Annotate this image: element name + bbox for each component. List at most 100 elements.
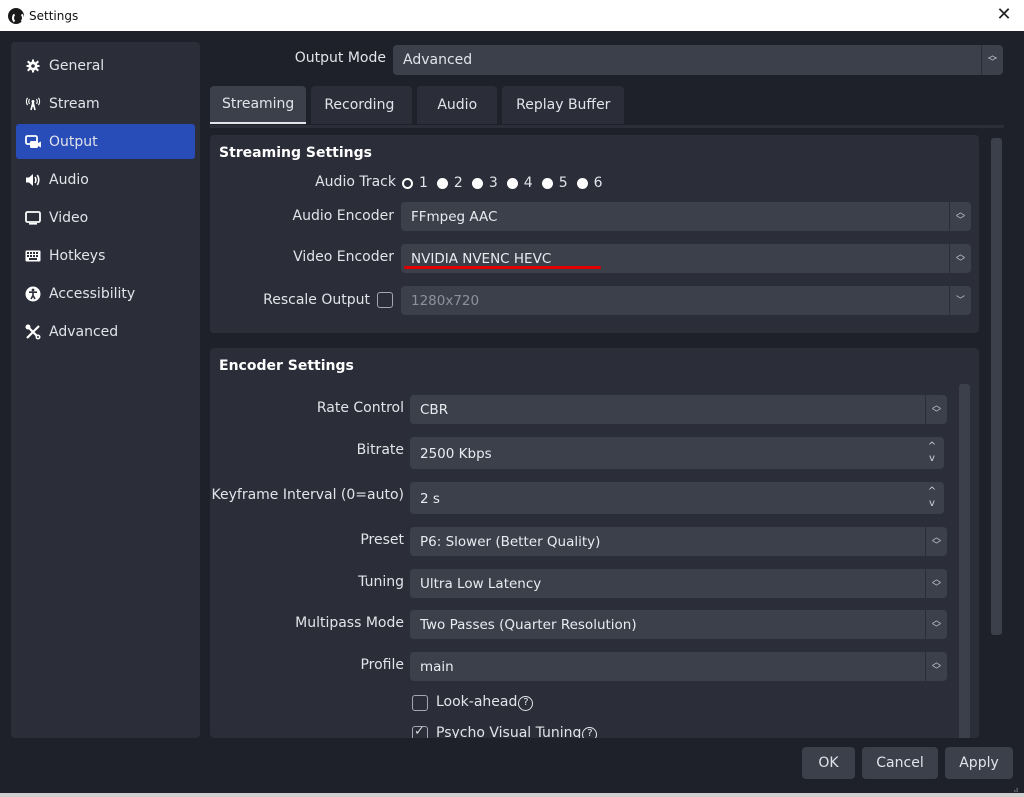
radio-label: 2	[453, 175, 463, 191]
audio-track-radio-2[interactable]: 2	[436, 175, 463, 191]
preset-value: P6: Slower (Better Quality)	[420, 534, 601, 550]
tools-icon	[24, 324, 42, 340]
radio-label: 1	[419, 175, 428, 191]
radio-label: 5	[558, 175, 568, 191]
audio-track-radio-4[interactable]: 4	[506, 175, 533, 191]
bitrate-value: 2500 Kbps	[420, 446, 492, 462]
gear-icon	[24, 58, 42, 74]
sidebar-item-label: General	[49, 57, 105, 74]
sidebar-item-label: Hotkeys	[49, 247, 106, 264]
keyframe-interval-spinbox[interactable]: 2 s ^ v	[410, 482, 944, 514]
chevron-down-icon: ﹀	[949, 286, 971, 315]
tuning-select[interactable]: Ultra Low Latency ︿ ﹀	[410, 569, 947, 598]
sidebar-item-advanced[interactable]: Advanced	[16, 314, 195, 349]
tab-recording[interactable]: Recording	[311, 86, 413, 124]
multipass-mode-select[interactable]: Two Passes (Quarter Resolution) ︿ ﹀	[410, 610, 947, 639]
chevron-up-down-icon: ︿ ﹀	[949, 202, 971, 231]
audio-encoder-label: Audio Encoder	[292, 208, 394, 224]
rate-control-select[interactable]: CBR ︿ ﹀	[410, 395, 947, 424]
preset-label: Preset	[360, 532, 404, 548]
output-mode-label: Output Mode	[294, 50, 386, 66]
keyframe-interval-value: 2 s	[420, 491, 440, 507]
monitor-icon	[24, 210, 42, 226]
audio-track-radio-5[interactable]: 5	[541, 175, 568, 191]
video-encoder-value: NVIDIA NVENC HEVC	[411, 251, 552, 267]
multipass-mode-label: Multipass Mode	[295, 615, 404, 631]
multipass-mode-value: Two Passes (Quarter Resolution)	[420, 617, 637, 633]
apply-button[interactable]: Apply	[945, 747, 1013, 779]
audio-track-label: Audio Track	[315, 174, 396, 190]
radio-indicator	[506, 177, 518, 189]
bitrate-spinbox[interactable]: 2500 Kbps ^ v	[410, 437, 944, 469]
output-mode-select[interactable]: Advanced ︿ ﹀	[393, 45, 1003, 75]
profile-label: Profile	[360, 657, 404, 673]
rescale-output-checkbox[interactable]	[377, 292, 393, 308]
background-window-strip	[0, 793, 1024, 797]
accessibility-icon	[24, 286, 42, 302]
rescale-output-select: 1280x720 ﹀	[401, 286, 971, 315]
encoder-scrollbar[interactable]	[959, 384, 970, 738]
rescale-output-label: Rescale Output	[263, 292, 370, 308]
psycho-visual-tuning-checkbox[interactable]	[412, 724, 428, 738]
radio-indicator	[436, 177, 448, 189]
radio-indicator	[541, 177, 553, 189]
tab-audio[interactable]: Audio	[417, 86, 498, 124]
psycho-visual-tuning-label: Psycho Visual Tuning?	[436, 725, 598, 738]
title-bar: Settings ✕	[0, 0, 1024, 31]
chevron-up-down-icon: ︿ ﹀	[925, 569, 947, 598]
radio-label: 6	[593, 175, 603, 191]
chevron-up-down-icon: ︿ ﹀	[981, 45, 1003, 75]
speaker-icon	[24, 172, 42, 188]
psycho-visual-tuning-text: Psycho Visual Tuning	[436, 725, 582, 738]
tab-divider	[210, 125, 1004, 128]
spin-arrows-icon[interactable]: ^ v	[924, 437, 940, 469]
output-tabs: Streaming Recording Audio Replay Buffer	[210, 86, 629, 124]
sidebar-item-output[interactable]: Output	[16, 124, 195, 159]
tab-streaming[interactable]: Streaming	[210, 86, 307, 124]
sidebar-item-video[interactable]: Video	[16, 200, 195, 235]
bitrate-label: Bitrate	[356, 442, 404, 458]
radio-indicator	[402, 177, 413, 189]
output-mode-value: Advanced	[403, 52, 473, 68]
audio-track-radio-6[interactable]: 6	[576, 175, 603, 191]
chevron-up-down-icon: ︿ ﹀	[949, 244, 971, 273]
audio-track-radio-3[interactable]: 3	[471, 175, 498, 191]
clipped-row-container: Psycho Visual Tuning?	[210, 696, 780, 738]
radio-indicator	[576, 177, 588, 189]
tuning-label: Tuning	[358, 574, 404, 590]
tuning-value: Ultra Low Latency	[420, 576, 542, 592]
profile-select[interactable]: main ︿ ﹀	[410, 652, 947, 681]
sidebar-item-general[interactable]: General	[16, 48, 195, 83]
sidebar-item-label: Video	[49, 209, 89, 226]
output-icon	[24, 134, 42, 150]
main-scrollbar[interactable]	[991, 138, 1002, 635]
sidebar-item-hotkeys[interactable]: Hotkeys	[16, 238, 195, 273]
chevron-up-down-icon: ︿ ﹀	[925, 652, 947, 681]
keyboard-icon	[24, 248, 42, 264]
help-icon[interactable]: ?	[582, 727, 598, 738]
annotation-underline	[404, 266, 601, 269]
window-title: Settings	[29, 8, 79, 23]
keyframe-interval-label: Keyframe Interval (0=auto)	[211, 487, 404, 503]
spin-arrows-icon[interactable]: ^ v	[924, 482, 940, 514]
tab-replay-buffer[interactable]: Replay Buffer	[502, 86, 625, 124]
settings-sidebar: General Stream Output Audio Video Hotkey…	[11, 42, 200, 738]
sidebar-item-accessibility[interactable]: Accessibility	[16, 276, 195, 311]
output-settings-panel: Output Mode Advanced ︿ ﹀ Streaming Record…	[210, 42, 1014, 738]
preset-select[interactable]: P6: Slower (Better Quality) ︿ ﹀	[410, 527, 947, 556]
audio-track-radio-group: 1 2 3 4 5 6	[402, 175, 612, 191]
ok-button[interactable]: OK	[802, 747, 855, 779]
sidebar-item-audio[interactable]: Audio	[16, 162, 195, 197]
sidebar-item-stream[interactable]: Stream	[16, 86, 195, 121]
chevron-up-down-icon: ︿ ﹀	[925, 527, 947, 556]
sidebar-item-label: Output	[49, 133, 98, 150]
close-icon[interactable]: ✕	[994, 5, 1014, 25]
radio-indicator	[471, 177, 483, 189]
resize-grip-icon[interactable]: ⣠	[1013, 783, 1022, 792]
audio-encoder-select[interactable]: FFmpeg AAC ︿ ﹀	[401, 202, 971, 231]
chevron-up-down-icon: ︿ ﹀	[925, 395, 947, 424]
cancel-button[interactable]: Cancel	[862, 747, 938, 779]
sidebar-item-label: Stream	[49, 95, 100, 112]
audio-track-radio-1[interactable]: 1	[402, 175, 428, 191]
chevron-up-down-icon: ︿ ﹀	[925, 610, 947, 639]
